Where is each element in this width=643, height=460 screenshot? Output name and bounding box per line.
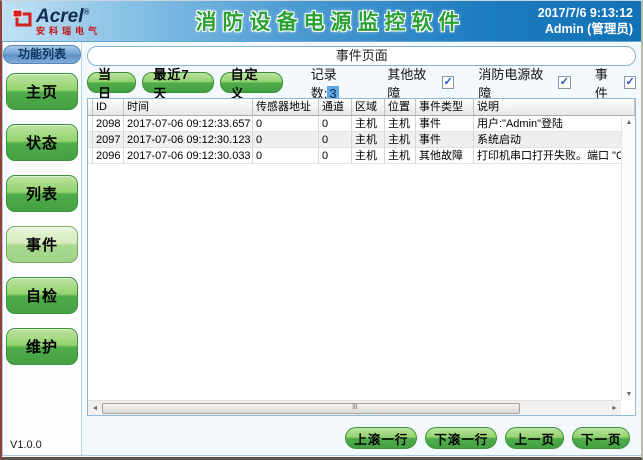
sidebar-item-maintenance[interactable]: 维护	[6, 328, 78, 365]
cell-position: 主机	[385, 132, 416, 148]
sidebar-item-list[interactable]: 列表	[6, 175, 78, 212]
sidebar-item-events[interactable]: 事件	[6, 226, 78, 263]
header-status: 2017/7/6 9:13:12 Admin (管理员)	[491, 5, 641, 38]
datetime-label: 2017/7/6 9:13:12	[491, 5, 633, 21]
last7days-button[interactable]: 最近7天	[142, 72, 213, 93]
cell-description: 用户:"Admin"登陆	[474, 116, 635, 132]
prev-page-button[interactable]: 上一页	[505, 427, 564, 449]
sidebar: 功能列表 主页 状态 列表 事件 自检 维护 V1.0.0	[3, 42, 82, 455]
cell-channel: 0	[319, 148, 352, 164]
cell-time: 2017-07-06 09:12:30.033	[124, 148, 253, 164]
version-label: V1.0.0	[10, 439, 42, 451]
checkbox-other-fault-label: 其他故障	[387, 64, 437, 102]
horizontal-scrollbar[interactable]: ◄ Ⅲ ►	[88, 400, 621, 415]
horizontal-scrollbar-thumb[interactable]	[102, 403, 520, 414]
acrel-logo-icon	[12, 9, 32, 27]
cell-area: 主机	[352, 148, 385, 164]
column-header-id[interactable]: ID	[93, 99, 124, 115]
checkbox-fire-power-fault[interactable]: 消防电源故障 ✓	[478, 64, 570, 102]
checkbox-checked-icon[interactable]: ✓	[558, 76, 571, 89]
scroll-right-icon[interactable]: ►	[609, 405, 619, 412]
cell-area: 主机	[352, 116, 385, 132]
scroll-up-icon[interactable]: ▲	[626, 119, 633, 126]
brand-logo: Acrel® 安科瑞电气	[2, 7, 170, 36]
cell-time: 2017-07-06 09:12:33.657	[124, 116, 253, 132]
sidebar-item-selftest[interactable]: 自检	[6, 277, 78, 314]
column-header-channel[interactable]: 通道	[319, 99, 352, 115]
table-row[interactable]: 2098 2017-07-06 09:12:33.657 0 0 主机 主机 事…	[88, 116, 635, 132]
cell-sensor-address: 0	[253, 116, 319, 132]
checkbox-checked-icon[interactable]: ✓	[442, 76, 455, 89]
column-header-description[interactable]: 说明	[474, 99, 635, 115]
sidebar-header: 功能列表	[3, 45, 81, 64]
checkbox-event-label: 事件	[595, 64, 620, 102]
cell-id: 2096	[93, 148, 124, 164]
event-type-filters: 其他故障 ✓ 消防电源故障 ✓ 事件 ✓	[363, 64, 636, 102]
cell-time: 2017-07-06 09:12:30.123	[124, 132, 253, 148]
column-header-sensor-address[interactable]: 传感器地址	[253, 99, 319, 115]
next-page-button[interactable]: 下一页	[572, 427, 631, 449]
cell-description: 系统启动	[474, 132, 635, 148]
registered-mark: ®	[84, 7, 90, 16]
events-table: ID 时间 传感器地址 通道 区域 位置 事件类型 说明 2098 2017-0…	[87, 98, 636, 416]
scroll-left-icon[interactable]: ◄	[90, 405, 100, 412]
cell-channel: 0	[319, 132, 352, 148]
column-header-position[interactable]: 位置	[385, 99, 416, 115]
table-row[interactable]: 2097 2017-07-06 09:12:30.123 0 0 主机 主机 事…	[88, 132, 635, 148]
custom-range-button[interactable]: 自定义	[220, 72, 283, 93]
scroll-down-row-button[interactable]: 下滚一行	[425, 427, 497, 449]
column-header-event-type[interactable]: 事件类型	[416, 99, 474, 115]
sidebar-item-home[interactable]: 主页	[6, 73, 78, 110]
brand-name: Acrel®	[36, 7, 101, 26]
cell-position: 主机	[385, 148, 416, 164]
cell-description: 打印机串口打开失败。端口 "CO	[474, 148, 635, 164]
cell-sensor-address: 0	[253, 132, 319, 148]
column-header-time[interactable]: 时间	[124, 99, 253, 115]
cell-event-type: 其他故障	[416, 148, 474, 164]
checkbox-event[interactable]: 事件 ✓	[595, 64, 637, 102]
app-window: Acrel® 安科瑞电气 消防设备电源监控软件 2017/7/6 9:13:12…	[0, 0, 643, 460]
app-title: 消防设备电源监控软件	[170, 6, 491, 36]
column-header-area[interactable]: 区域	[352, 99, 385, 115]
app-header: Acrel® 安科瑞电气 消防设备电源监控软件 2017/7/6 9:13:12…	[2, 1, 641, 42]
body: 功能列表 主页 状态 列表 事件 自检 维护 V1.0.0 事件页面 当日 最近…	[2, 42, 641, 456]
checkbox-fire-power-fault-label: 消防电源故障	[478, 64, 554, 102]
today-button[interactable]: 当日	[87, 72, 136, 93]
table-header-row: ID 时间 传感器地址 通道 区域 位置 事件类型 说明	[88, 99, 635, 116]
logged-in-user: Admin (管理员)	[491, 21, 633, 37]
cell-id: 2097	[93, 132, 124, 148]
cell-sensor-address: 0	[253, 148, 319, 164]
cell-area: 主机	[352, 132, 385, 148]
pager-toolbar: 上滚一行 下滚一行 上一页 下一页	[87, 427, 636, 449]
record-count: 记录数:3	[311, 64, 364, 102]
scrollbar-grip-icon: Ⅲ	[352, 403, 358, 411]
cell-event-type: 事件	[416, 116, 474, 132]
cell-event-type: 事件	[416, 132, 474, 148]
scroll-down-icon[interactable]: ▼	[626, 391, 633, 398]
cell-position: 主机	[385, 116, 416, 132]
filter-toolbar: 当日 最近7天 自定义 记录数:3 其他故障 ✓ 消防电源故障 ✓	[87, 71, 636, 94]
cell-channel: 0	[319, 116, 352, 132]
vertical-scrollbar[interactable]: ▲ ▼	[621, 117, 635, 400]
brand-subtitle: 安科瑞电气	[36, 27, 101, 36]
checkbox-other-fault[interactable]: 其他故障 ✓	[387, 64, 454, 102]
checkbox-checked-icon[interactable]: ✓	[624, 76, 637, 89]
horizontal-scrollbar-track[interactable]: Ⅲ	[100, 403, 609, 414]
cell-id: 2098	[93, 116, 124, 132]
sidebar-item-status[interactable]: 状态	[6, 124, 78, 161]
main-content: 事件页面 当日 最近7天 自定义 记录数:3 其他故障 ✓ 消防电源故障 ✓	[82, 42, 641, 455]
table-row[interactable]: 2096 2017-07-06 09:12:30.033 0 0 主机 主机 其…	[88, 148, 635, 164]
scroll-up-row-button[interactable]: 上滚一行	[345, 427, 417, 449]
